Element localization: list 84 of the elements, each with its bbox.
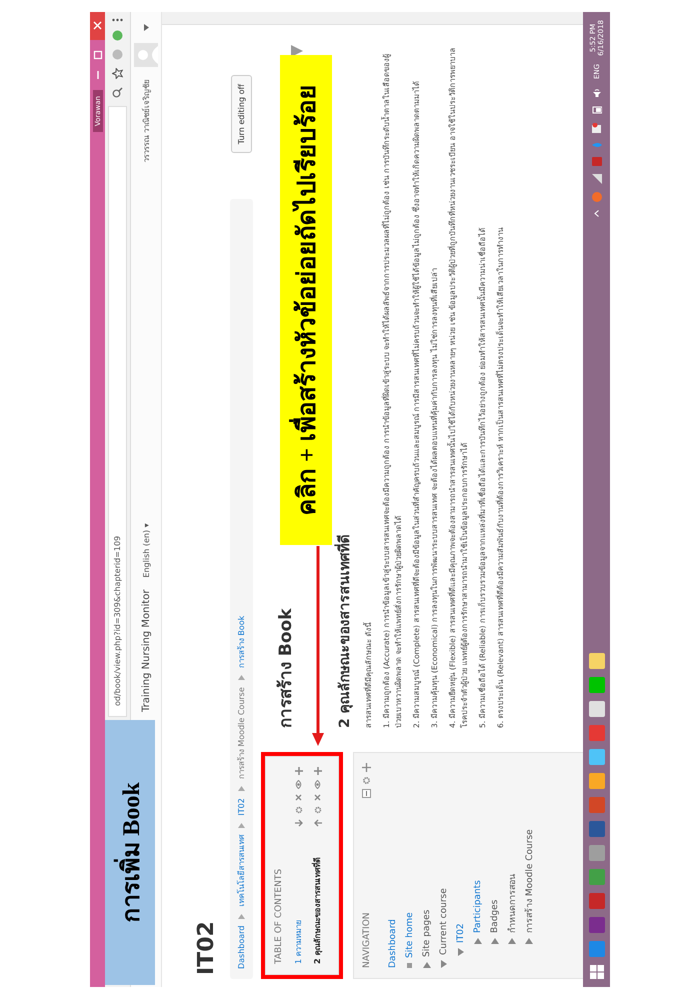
title-label: การเพิ่ม Book (105, 720, 155, 985)
collapsed-arrow-icon[interactable] (422, 962, 430, 968)
speaker-icon[interactable] (592, 87, 602, 97)
nav-item[interactable]: Site pages (422, 910, 432, 957)
gear-icon[interactable] (314, 806, 322, 814)
block-title: TABLE OF CONTENTS (274, 868, 284, 964)
section-heading: 2 คุณลักษณะของสารสนเทศที่ดี (333, 534, 355, 728)
breadcrumb-link[interactable]: การสร้าง Moodle Course (235, 687, 248, 780)
dock-icon[interactable] (362, 789, 371, 798)
move-icon[interactable] (362, 763, 371, 772)
expanded-arrow-icon[interactable] (440, 960, 446, 968)
close-icon (93, 22, 102, 30)
app-tile-icon[interactable] (588, 917, 604, 933)
eye-icon[interactable] (295, 780, 302, 789)
plus-icon[interactable] (314, 767, 322, 775)
address-field[interactable]: od/book/view.php?id=309&chapterid=109 (108, 106, 127, 717)
alert-dot-icon[interactable] (592, 192, 602, 202)
nav-item[interactable]: Badges (490, 900, 500, 933)
toc-chapter-link[interactable]: 2 คุณลักษณะของสารสนเทศที่ดี (311, 858, 324, 964)
caret-icon[interactable] (144, 24, 148, 31)
nav-item[interactable]: กำหนดการสอน (504, 874, 518, 933)
callout-label: คลิก + เพื่อสร้างหัวข้อย่อยถัดไปเรียบร้อย (280, 55, 332, 545)
separator-icon (238, 675, 245, 680)
star-icon[interactable] (112, 68, 123, 79)
collapsed-arrow-icon[interactable] (524, 938, 532, 944)
up-arrow-icon[interactable] (314, 819, 322, 827)
app-tile-icon[interactable] (588, 749, 604, 765)
nav-item[interactable]: Site home (404, 912, 414, 958)
app-tile-icon[interactable] (588, 869, 604, 885)
app-tile-icon[interactable] (588, 677, 604, 693)
breadcrumb-link[interactable]: IT02 (237, 798, 246, 816)
search-icon[interactable] (112, 87, 123, 98)
toc-chapter-link[interactable]: 1 ความหมาย (292, 919, 305, 964)
menu-icon[interactable] (112, 18, 123, 22)
next-icon[interactable] (291, 45, 303, 57)
grid-icon[interactable] (590, 965, 604, 979)
extension-icon[interactable] (112, 30, 123, 41)
plus-icon[interactable] (294, 767, 302, 775)
gear-icon[interactable] (294, 806, 302, 814)
app-tile-icon[interactable] (588, 893, 604, 909)
separator-icon (238, 914, 245, 919)
down-arrow-icon[interactable] (294, 819, 302, 827)
course-title: IT02 (194, 920, 220, 975)
bullet-icon (407, 963, 412, 968)
flag-icon[interactable] (592, 123, 602, 133)
nav-item[interactable]: Participants (472, 880, 482, 933)
chevron-up-icon[interactable] (594, 210, 599, 217)
user-name[interactable]: วรวรรณ วาณิชย์เจริญชัย (140, 79, 152, 163)
turn-editing-off-button[interactable]: Turn editing off (231, 75, 252, 154)
battery-icon[interactable] (592, 105, 602, 115)
breadcrumb-link[interactable]: Dashboard (237, 926, 246, 969)
signal-icon[interactable] (592, 174, 602, 184)
collapsed-arrow-icon[interactable] (474, 938, 482, 944)
site-name[interactable]: Training Nursing Monitor (140, 590, 152, 712)
app-tile-icon[interactable] (588, 845, 604, 861)
language-menu[interactable]: English (en) ▾ (142, 523, 150, 578)
gear-icon[interactable] (362, 776, 371, 785)
breadcrumb-link[interactable]: เทคโนโลยีสารสนเทศ (235, 834, 248, 907)
app-tile-icon[interactable] (588, 797, 604, 813)
maximize-icon[interactable] (92, 50, 102, 60)
expanded-arrow-icon[interactable] (458, 948, 464, 956)
separator-icon (238, 822, 245, 828)
app-tile-icon[interactable] (588, 821, 604, 837)
breadcrumb-link[interactable]: การสร้าง Book (235, 616, 248, 668)
chapter-heading: การสร้าง Book (274, 608, 296, 728)
close-button[interactable] (90, 12, 105, 40)
nav-item[interactable]: IT02 (456, 923, 466, 943)
app-tile-icon[interactable] (588, 941, 604, 957)
app-tile-icon[interactable] (588, 653, 604, 669)
nav-item[interactable]: การสร้าง Moodle Course (522, 829, 536, 933)
app-tile-icon[interactable] (588, 701, 604, 717)
separator-icon (238, 786, 245, 792)
app-tile-icon[interactable] (588, 773, 604, 789)
extension-icon[interactable] (112, 49, 123, 60)
cross-icon[interactable] (295, 794, 302, 801)
collapsed-arrow-icon[interactable] (508, 938, 516, 944)
app-tile-icon[interactable] (588, 725, 604, 741)
scrollbar[interactable] (162, 12, 583, 25)
cross-icon[interactable] (314, 794, 321, 801)
collapsed-arrow-icon[interactable] (490, 938, 498, 944)
nav-item[interactable]: Dashboard (388, 919, 398, 968)
eye-icon[interactable] (314, 780, 321, 789)
block-title: NAVIGATION (362, 912, 372, 968)
nav-item[interactable]: Current course (438, 888, 448, 955)
